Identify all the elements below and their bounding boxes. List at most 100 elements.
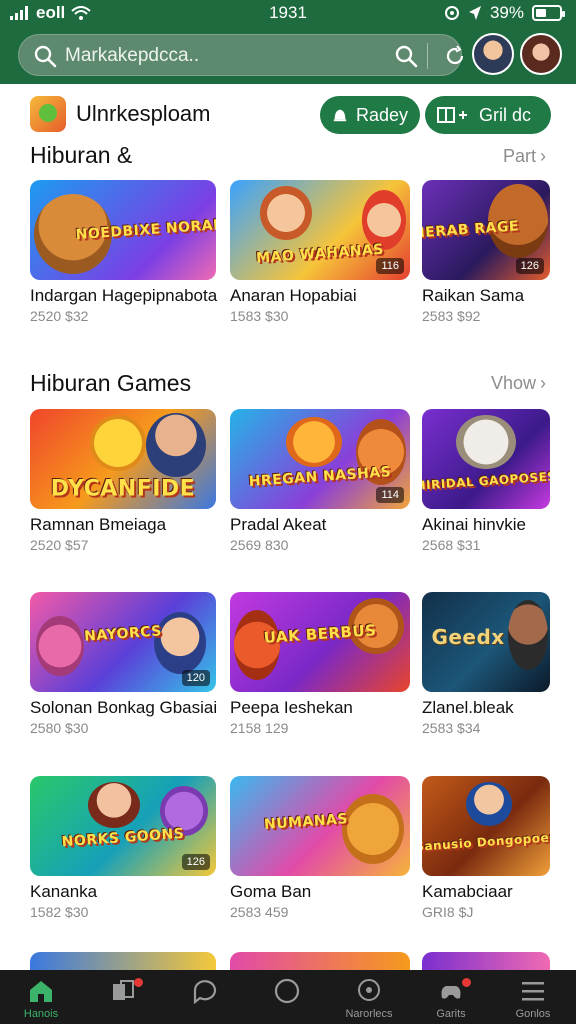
game-tile[interactable]: HREGAN NASHAS 114 [230,409,410,509]
section-more-1[interactable]: Part › [503,146,546,167]
game-title: Raikan Sama [422,286,525,305]
grid-button[interactable]: Gril dc [425,96,551,134]
message-icon [358,979,380,1001]
game-meta: 2583 $34 [422,720,481,736]
game-title: Goma Ban [230,882,312,901]
app-logo [30,96,66,132]
nav-messages[interactable]: Narorlecs [328,970,410,1024]
section-more-2[interactable]: Vhow › [491,373,546,394]
nav-chat[interactable] [164,970,246,1024]
game-tile[interactable]: NOEDBIXE NORAB [30,180,216,280]
game-meta: 2580 $30 [30,720,89,736]
character-art [362,190,406,250]
game-meta: 2583 $92 [422,308,481,324]
game-banner: NAYORCS [83,623,163,645]
game-tile-partial[interactable] [230,952,410,970]
game-badge: 114 [376,487,404,503]
character-art [90,415,146,471]
nav-cards[interactable] [82,970,164,1024]
bell-icon [333,109,347,122]
top-header: eoll 1931 39% [0,0,576,84]
game-badge: 126 [181,854,210,870]
game-title: Peepa Ieshekan [230,698,353,717]
game-title: Kamabciaar [422,882,513,901]
game-badge: 116 [376,258,404,274]
notification-dot [462,978,471,987]
game-title: Indargan Hagepipnabota [30,286,218,305]
game-tile[interactable]: NAYORCS 120 [30,592,216,692]
game-tile[interactable]: HIRIDAL GAOPOSES [422,409,550,509]
battery-percent: 39% [489,3,524,22]
game-tile[interactable]: Sanusio Dongopoes [422,776,550,876]
game-banner: NUMANAS [263,811,349,833]
game-tile[interactable]: NUMANAS [230,776,410,876]
section-more-1-label: Part [502,146,536,166]
nav-home-label: Hanois [23,1008,59,1020]
notification-dot [134,978,143,987]
game-title: Zlanel.bleak [422,698,514,717]
game-tile[interactable]: UAK BERBUS [230,592,410,692]
search-bar[interactable] [18,34,464,76]
character-art [456,415,516,469]
game-tile-partial[interactable] [422,952,550,970]
chat-icon [193,980,217,1004]
game-badge: 126 [515,258,544,274]
ready-button[interactable]: Radey [320,96,420,134]
game-meta: 2158 129 [230,720,289,736]
section-title-2: Hiburan Games [30,370,192,396]
game-title: Solonan Bonkag Gbasiai [30,698,218,717]
character-art [466,782,512,826]
character-art [36,616,84,676]
game-title: Akinai hinvkie [422,515,526,534]
game-banner: HIRIDAL GAOPOSES [422,469,550,493]
game-meta: 2583 459 [230,904,289,920]
game-title: Kananka [30,882,98,901]
character-art [88,782,140,828]
character-art [154,612,206,674]
game-tile[interactable]: MAO WAHANAS 116 [230,180,410,280]
home-icon [30,981,52,1002]
game-banner: MAO WAHANAS [255,241,385,267]
app-header-row: Ulnrkesploam Radey Gril dc [0,88,576,140]
search-divider [427,43,428,69]
battery-icon [532,5,565,21]
gamepad-icon [441,986,461,999]
alarm-icon [444,6,459,20]
status-right: 39% [444,3,565,23]
search-input[interactable] [65,41,365,71]
avatar-user-2[interactable] [520,33,562,75]
refresh-icon[interactable] [443,44,467,68]
game-title: Anaran Hopabiai [230,286,357,305]
book-icon [437,107,467,123]
game-banner: NORKS GOONS [61,825,185,851]
nav-home[interactable]: Hanois [0,970,82,1024]
nav-menu[interactable]: Gonlos [492,970,574,1024]
bottom-nav: Hanois Narorlecs Garits Gonlos [0,970,576,1024]
game-banner: Sanusio Dongopoes [422,830,550,854]
nav-messages-label: Narorlecs [345,1008,393,1020]
game-tile[interactable]: NORKS GOONS 126 [30,776,216,876]
nav-games[interactable]: Garits [410,970,492,1024]
game-meta: 1582 $30 [30,904,89,920]
chevron-right-icon: › [540,373,546,393]
game-banner: HREGAN NASHAS [248,464,392,490]
dog-character-art [342,794,404,864]
search-icon [34,45,57,68]
avatar-user-1[interactable] [472,33,514,75]
section-title-1: Hiburan & [30,142,133,168]
game-meta: 2520 $32 [30,308,89,324]
game-tile[interactable]: Geedx [422,592,550,692]
game-tile-partial[interactable] [30,952,216,970]
nav-circle[interactable] [246,970,328,1024]
game-banner: DYCANFIDE [50,476,196,502]
menu-icon [522,982,544,1001]
character-art [260,186,312,240]
chevron-right-icon: › [540,146,546,166]
search-submit-icon[interactable] [394,44,418,68]
game-tile[interactable]: NERAB RAGE 126 [422,180,550,280]
app-title: Ulnrkesploam [76,101,211,126]
ready-button-label: Radey [355,104,408,125]
game-meta: 2520 $57 [30,537,89,553]
nav-games-label: Garits [436,1008,466,1020]
game-tile[interactable]: DYCANFIDE [30,409,216,509]
